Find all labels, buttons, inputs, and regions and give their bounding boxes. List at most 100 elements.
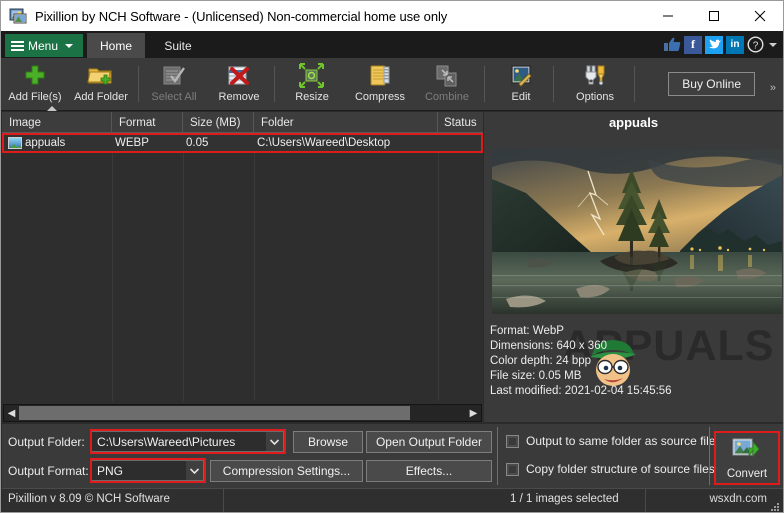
toolbar-compress-button[interactable]: Compress <box>346 60 414 109</box>
twitter-icon[interactable] <box>705 35 723 54</box>
toolbar-edit-button[interactable]: Edit <box>497 60 545 109</box>
edit-image-icon <box>507 63 535 89</box>
panel-divider <box>497 427 498 485</box>
toolbar-edit-label: Edit <box>511 91 531 103</box>
toolbar-add-files-label: Add File(s) <box>8 91 62 103</box>
maximize-icon[interactable] <box>691 1 737 31</box>
meta-color-depth: Color depth: 24 bpp <box>490 355 592 367</box>
column-header-format[interactable]: Format <box>112 112 183 133</box>
tab-suite[interactable]: Suite <box>149 33 207 58</box>
window-title: Pixillion by NCH Software - (Unlicensed)… <box>35 8 448 24</box>
checkbox-output-same-folder-label: Output to same folder as source files <box>526 434 722 448</box>
toolbar-add-folder-label: Add Folder <box>74 91 128 103</box>
toolbar-resize-button[interactable]: Resize <box>283 60 341 109</box>
checkbox-box[interactable] <box>506 434 519 448</box>
scrollbar-thumb[interactable] <box>19 406 410 420</box>
svg-text:?: ? <box>753 40 759 51</box>
pixillion-app-icon <box>9 7 27 25</box>
checkbox-box[interactable] <box>506 462 519 476</box>
scroll-right-arrow-icon[interactable]: ▶ <box>466 406 481 420</box>
toolbar-combine-button[interactable]: Combine <box>416 60 478 109</box>
column-header-size[interactable]: Size (MB) <box>183 112 254 133</box>
column-header-status[interactable]: Status <box>438 112 483 133</box>
menu-button[interactable]: Menu <box>5 34 83 57</box>
scroll-left-arrow-icon[interactable]: ◀ <box>4 406 19 420</box>
browse-label: Browse <box>307 435 348 449</box>
hamburger-icon <box>11 40 24 51</box>
resize-grip-icon[interactable] <box>771 499 780 511</box>
browse-button[interactable]: Browse <box>293 431 363 453</box>
cell-format: WEBP <box>115 137 149 149</box>
bottom-panel: Output Folder: C:\Users\Wareed\Pictures … <box>2 424 783 489</box>
window-controls <box>645 1 783 31</box>
file-list-panel: Image Format Size (MB) Folder Status app… <box>2 106 483 422</box>
cell-image-label: appuals <box>25 137 66 149</box>
close-icon[interactable] <box>737 1 783 31</box>
status-divider <box>223 489 224 512</box>
open-output-folder-button[interactable]: Open Output Folder <box>366 431 492 453</box>
menu-button-label: Menu <box>28 38 59 53</box>
buy-online-button[interactable]: Buy Online <box>668 72 755 96</box>
linkedin-icon[interactable]: in <box>726 35 744 54</box>
output-format-label: Output Format: <box>8 464 89 478</box>
checkbox-copy-folder-structure[interactable]: Copy folder structure of source files <box>506 462 715 476</box>
chevron-down-icon <box>65 43 74 48</box>
remove-red-x-icon <box>225 63 253 89</box>
linkedin-glyph: in <box>730 39 740 50</box>
toolbar-add-folder-button[interactable]: Add Folder <box>67 60 135 109</box>
toolbar-divider <box>634 66 635 102</box>
output-format-highlight <box>90 458 206 483</box>
help-icon[interactable]: ? <box>747 36 764 53</box>
effects-button[interactable]: Effects... <box>366 460 492 482</box>
folder-plus-icon <box>87 63 115 89</box>
scrollbar-track[interactable] <box>19 406 466 420</box>
column-header-status-label: Status <box>444 116 477 129</box>
column-header-image-label: Image <box>9 116 41 129</box>
menu-tab-strip: Menu Home Suite f in ? <box>1 31 783 58</box>
toolbar-select-all-button[interactable]: Select All <box>143 60 205 109</box>
main-toolbar: Add File(s) Add Folder Select All Remove… <box>1 58 783 111</box>
panel-divider <box>709 427 710 485</box>
toolbar-remove-button[interactable]: Remove <box>208 60 270 109</box>
toolbar-add-files-button[interactable]: Add File(s) <box>3 60 67 109</box>
meta-file-size: File size: 0.05 MB <box>490 370 582 382</box>
social-links: f in ? <box>663 35 777 54</box>
column-header-format-label: Format <box>119 116 156 129</box>
preview-panel: appuals APPUALS Format: WebP Dimensions:… <box>484 112 783 422</box>
pixillion-window: Pixillion by NCH Software - (Unlicensed)… <box>0 0 784 513</box>
file-list-header: Image Format Size (MB) Folder Status <box>2 106 483 133</box>
convert-button[interactable]: Convert <box>714 431 780 485</box>
green-plus-icon <box>21 63 49 89</box>
chevron-down-icon[interactable] <box>769 42 777 47</box>
output-folder-highlight <box>90 429 286 454</box>
compression-settings-button[interactable]: Compression Settings... <box>210 460 363 482</box>
toolbar-resize-label: Resize <box>295 91 329 103</box>
preview-metadata: Format: WebP Dimensions: 640 x 360 Color… <box>490 324 672 399</box>
file-list-horizontal-scrollbar[interactable]: ◀ ▶ <box>3 404 482 422</box>
toolbar-divider <box>274 66 275 102</box>
column-header-folder-label: Folder <box>261 116 294 129</box>
column-header-size-label: Size (MB) <box>190 116 241 129</box>
scroll-right-glyph: ▶ <box>469 407 478 419</box>
column-header-folder[interactable]: Folder <box>254 112 438 133</box>
checkbox-output-same-folder[interactable]: Output to same folder as source files <box>506 434 721 448</box>
toolbar-divider <box>138 66 139 102</box>
compression-settings-label: Compression Settings... <box>222 464 351 478</box>
thumbs-up-icon[interactable] <box>663 36 681 54</box>
options-tools-icon <box>581 63 609 89</box>
scroll-left-glyph: ◀ <box>7 407 16 419</box>
status-version: Pixillion v 8.09 © NCH Software <box>8 493 170 505</box>
minimize-icon[interactable] <box>645 1 691 31</box>
tab-home[interactable]: Home <box>87 33 145 58</box>
toolbar-compress-label: Compress <box>354 91 406 103</box>
toolbar-overflow-button[interactable]: » <box>770 82 776 94</box>
buy-online-label: Buy Online <box>682 77 741 91</box>
table-row[interactable]: appuals WEBP 0.05 C:\Users\Wareed\Deskto… <box>2 133 483 153</box>
meta-format: Format: WebP <box>490 325 564 337</box>
facebook-icon[interactable]: f <box>684 35 702 54</box>
toolbar-divider <box>484 66 485 102</box>
file-list-body: appuals WEBP 0.05 C:\Users\Wareed\Deskto… <box>2 133 483 401</box>
column-header-image[interactable]: Image <box>2 106 112 133</box>
toolbar-options-button[interactable]: Options <box>564 60 626 109</box>
cell-folder: C:\Users\Wareed\Desktop <box>257 137 391 149</box>
